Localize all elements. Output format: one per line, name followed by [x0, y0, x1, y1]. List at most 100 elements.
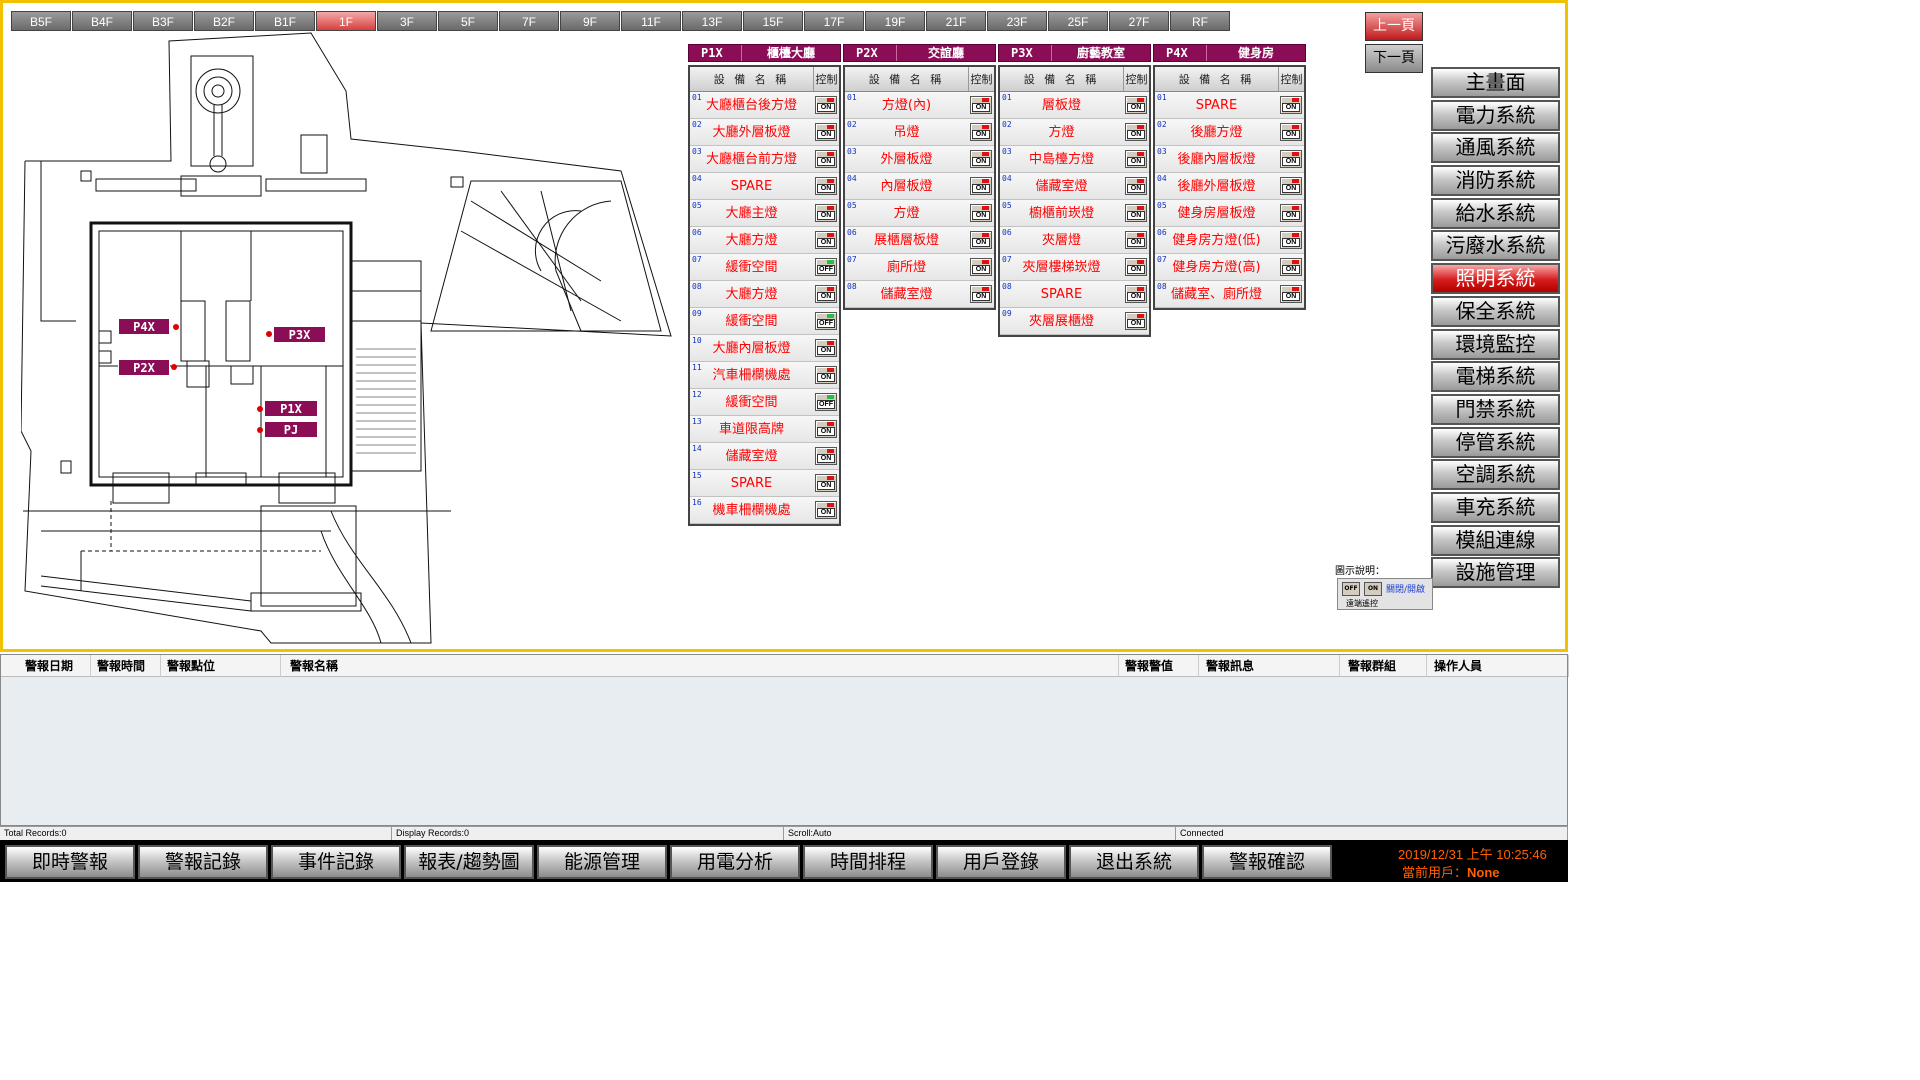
light-switch-toggle[interactable]: ON — [1280, 231, 1302, 249]
plan-tag-p4x[interactable]: P4X — [118, 318, 170, 335]
system-button-8[interactable]: 環境監控 — [1431, 328, 1560, 360]
light-switch-toggle[interactable]: ON — [815, 447, 837, 465]
bottom-button-4[interactable]: 能源管理 — [537, 845, 667, 879]
plan-tag-pj[interactable]: PJ — [264, 421, 318, 438]
bottom-button-6[interactable]: 時間排程 — [803, 845, 933, 879]
light-switch-toggle[interactable]: ON — [970, 231, 992, 249]
system-button-6[interactable]: 照明系統 — [1431, 263, 1560, 295]
plan-tag-p2x[interactable]: P2X — [118, 359, 170, 376]
system-button-3[interactable]: 消防系統 — [1431, 165, 1560, 197]
system-button-14[interactable]: 模組連線 — [1431, 524, 1560, 556]
light-switch-toggle[interactable]: ON — [815, 285, 837, 303]
light-switch-toggle[interactable]: ON — [815, 420, 837, 438]
floor-button-21f[interactable]: 21F — [926, 11, 986, 31]
floor-button-b2f[interactable]: B2F — [194, 11, 254, 31]
bottom-button-1[interactable]: 警報記錄 — [138, 845, 268, 879]
light-switch-toggle[interactable]: ON — [970, 96, 992, 114]
bottom-button-5[interactable]: 用電分析 — [670, 845, 800, 879]
light-switch-toggle[interactable]: ON — [815, 150, 837, 168]
light-switch-toggle[interactable]: ON — [1280, 96, 1302, 114]
light-switch-toggle[interactable]: ON — [1280, 177, 1302, 195]
light-switch-toggle[interactable]: ON — [815, 501, 837, 519]
floor-button-rf[interactable]: RF — [1170, 11, 1230, 31]
light-switch-toggle[interactable]: ON — [815, 204, 837, 222]
plan-tag-p1x[interactable]: P1X — [264, 400, 318, 417]
floor-button-b3f[interactable]: B3F — [133, 11, 193, 31]
light-switch-toggle[interactable]: ON — [1125, 312, 1147, 330]
floor-button-1f[interactable]: 1F — [316, 11, 376, 31]
system-button-12[interactable]: 空調系統 — [1431, 459, 1560, 491]
system-button-9[interactable]: 電梯系統 — [1431, 361, 1560, 393]
plan-tag-p3x[interactable]: P3X — [273, 326, 326, 343]
light-switch-toggle[interactable]: OFF — [815, 258, 837, 276]
bottom-button-8[interactable]: 退出系統 — [1069, 845, 1199, 879]
light-switch-toggle[interactable]: OFF — [815, 312, 837, 330]
system-button-7[interactable]: 保全系統 — [1431, 295, 1560, 327]
system-button-1[interactable]: 電力系統 — [1431, 99, 1560, 131]
system-button-10[interactable]: 門禁系統 — [1431, 393, 1560, 425]
light-switch-toggle[interactable]: ON — [1280, 204, 1302, 222]
floor-button-5f[interactable]: 5F — [438, 11, 498, 31]
system-button-2[interactable]: 通風系統 — [1431, 132, 1560, 164]
light-switch-toggle[interactable]: ON — [1125, 231, 1147, 249]
system-button-15[interactable]: 設施管理 — [1431, 557, 1560, 589]
light-switch-toggle[interactable]: ON — [1125, 204, 1147, 222]
light-switch-toggle[interactable]: ON — [815, 366, 837, 384]
floor-button-9f[interactable]: 9F — [560, 11, 620, 31]
light-switch-toggle[interactable]: ON — [970, 285, 992, 303]
light-switch-toggle[interactable]: ON — [1125, 123, 1147, 141]
floor-button-b5f[interactable]: B5F — [11, 11, 71, 31]
system-button-5[interactable]: 污廢水系統 — [1431, 230, 1560, 262]
light-switch-toggle[interactable]: ON — [815, 231, 837, 249]
light-switch-toggle[interactable]: ON — [1280, 285, 1302, 303]
bottom-button-2[interactable]: 事件記錄 — [271, 845, 401, 879]
light-switch-toggle[interactable]: ON — [1125, 177, 1147, 195]
bottom-button-9[interactable]: 警報確認 — [1202, 845, 1332, 879]
alarm-column-header[interactable]: 警報警值 — [1119, 655, 1199, 677]
light-switch-toggle[interactable]: ON — [1125, 285, 1147, 303]
system-button-13[interactable]: 車充系統 — [1431, 491, 1560, 523]
alarm-column-header[interactable]: 警報點位 — [161, 655, 281, 677]
light-switch-toggle[interactable]: ON — [970, 177, 992, 195]
light-switch-toggle[interactable]: ON — [1280, 123, 1302, 141]
floor-button-23f[interactable]: 23F — [987, 11, 1047, 31]
floor-button-27f[interactable]: 27F — [1109, 11, 1169, 31]
alarm-column-header[interactable]: 警報日期 — [19, 655, 91, 677]
system-button-0[interactable]: 主畫面 — [1431, 67, 1560, 98]
floor-button-b1f[interactable]: B1F — [255, 11, 315, 31]
light-switch-toggle[interactable]: ON — [1125, 96, 1147, 114]
floor-button-25f[interactable]: 25F — [1048, 11, 1108, 31]
light-switch-toggle[interactable]: ON — [815, 123, 837, 141]
light-switch-toggle[interactable]: ON — [1280, 258, 1302, 276]
light-switch-toggle[interactable]: ON — [970, 258, 992, 276]
bottom-button-7[interactable]: 用戶登錄 — [936, 845, 1066, 879]
light-switch-toggle[interactable]: OFF — [815, 393, 837, 411]
light-switch-toggle[interactable]: ON — [1125, 258, 1147, 276]
floor-button-19f[interactable]: 19F — [865, 11, 925, 31]
alarm-column-header[interactable]: 警報時間 — [91, 655, 161, 677]
previous-page-button[interactable]: 上一頁 — [1365, 12, 1423, 41]
bottom-button-3[interactable]: 報表/趨勢圖 — [404, 845, 534, 879]
light-switch-toggle[interactable]: ON — [1125, 150, 1147, 168]
alarm-column-header[interactable]: 警報群組 — [1342, 655, 1427, 677]
floor-button-3f[interactable]: 3F — [377, 11, 437, 31]
light-switch-toggle[interactable]: ON — [815, 339, 837, 357]
floor-button-b4f[interactable]: B4F — [72, 11, 132, 31]
light-switch-toggle[interactable]: ON — [815, 474, 837, 492]
next-page-button[interactable]: 下一頁 — [1365, 44, 1423, 73]
light-switch-toggle[interactable]: ON — [970, 123, 992, 141]
alarm-column-header[interactable]: 操作人員 — [1428, 655, 1569, 677]
floor-button-17f[interactable]: 17F — [804, 11, 864, 31]
system-button-4[interactable]: 給水系統 — [1431, 197, 1560, 229]
floor-button-15f[interactable]: 15F — [743, 11, 803, 31]
light-switch-toggle[interactable]: ON — [970, 150, 992, 168]
floor-button-13f[interactable]: 13F — [682, 11, 742, 31]
light-switch-toggle[interactable]: ON — [970, 204, 992, 222]
floor-button-7f[interactable]: 7F — [499, 11, 559, 31]
alarm-column-header[interactable]: 警報訊息 — [1200, 655, 1340, 677]
bottom-button-0[interactable]: 即時警報 — [5, 845, 135, 879]
system-button-11[interactable]: 停管系統 — [1431, 426, 1560, 458]
alarm-column-header[interactable]: 警報名稱 — [284, 655, 1119, 677]
light-switch-toggle[interactable]: ON — [815, 177, 837, 195]
light-switch-toggle[interactable]: ON — [1280, 150, 1302, 168]
